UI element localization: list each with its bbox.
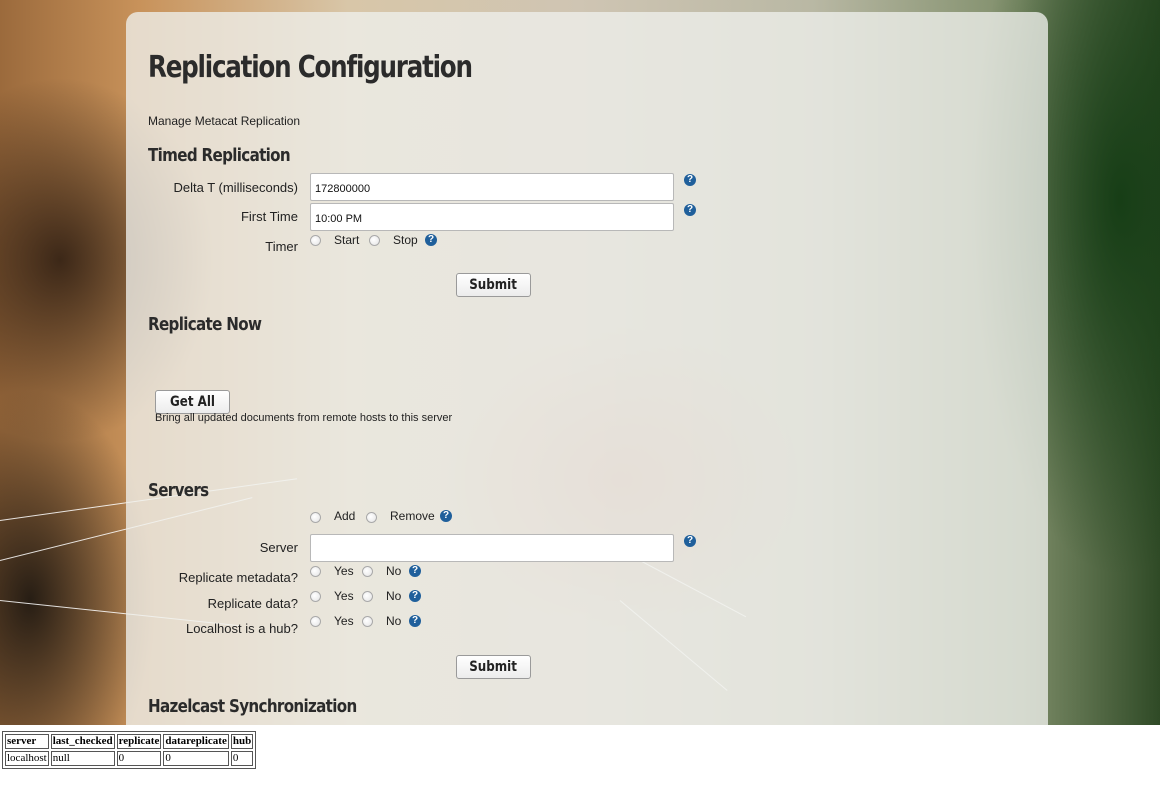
timer-label: Timer (265, 239, 298, 254)
table-header-cell: hub (230, 734, 254, 749)
page-title: Replication Configuration (148, 50, 473, 85)
timed-submit-label: Submit (469, 277, 518, 293)
metadata-no-label: No (386, 564, 402, 578)
metadata-yes-label: Yes (334, 564, 354, 578)
server-input[interactable] (310, 534, 674, 562)
delta-t-label: Delta T (milliseconds) (173, 180, 298, 195)
table-cell: localhost (5, 751, 49, 766)
table-cell: 0 (116, 751, 162, 766)
server-remove-label: Remove (390, 509, 435, 523)
table-header-row: server last_checked replicate datareplic… (5, 734, 254, 749)
server-table: server last_checked replicate datareplic… (2, 731, 257, 769)
servers-submit-button[interactable]: Submit (456, 655, 531, 679)
get-all-label: Get All (169, 394, 216, 410)
get-all-description: Bring all updated documents from remote … (155, 412, 453, 424)
server-label: Server (259, 540, 298, 555)
get-all-button[interactable]: Get All (155, 390, 230, 414)
data-yes-radio[interactable] (310, 591, 321, 602)
help-icon[interactable]: ? (409, 590, 421, 602)
hub-yes-radio[interactable] (310, 616, 321, 627)
table-cell: null (50, 751, 115, 766)
localhost-hub-label: Localhost is a hub? (185, 621, 298, 636)
table-cell: 0 (163, 751, 229, 766)
server-add-label: Add (334, 509, 356, 523)
replicate-metadata-label: Replicate metadata? (178, 570, 298, 585)
help-icon[interactable]: ? (684, 174, 696, 186)
timer-stop-radio[interactable] (369, 235, 380, 246)
data-yes-label: Yes (334, 589, 354, 603)
table-cell: 0 (230, 751, 254, 766)
server-remove-radio[interactable] (366, 512, 377, 523)
data-no-label: No (386, 589, 402, 603)
hub-yes-label: Yes (334, 614, 354, 628)
table-header-cell: datareplicate (163, 734, 229, 749)
table-header-cell: replicate (116, 734, 162, 749)
timer-start-label: Start (334, 233, 360, 247)
timed-replication-heading: Timed Replication (148, 145, 291, 166)
help-icon[interactable]: ? (425, 234, 437, 246)
servers-heading: Servers (148, 480, 209, 501)
table-header-cell: last_checked (50, 734, 115, 749)
hazelcast-heading: Hazelcast Synchronization (148, 696, 357, 717)
servers-submit-label: Submit (469, 659, 518, 675)
first-time-input[interactable] (310, 203, 674, 231)
server-add-radio[interactable] (310, 512, 321, 523)
help-icon[interactable]: ? (684, 535, 696, 547)
timer-stop-label: Stop (393, 233, 418, 247)
metadata-yes-radio[interactable] (310, 566, 321, 577)
hub-no-label: No (386, 614, 402, 628)
metadata-no-radio[interactable] (362, 566, 373, 577)
help-icon[interactable]: ? (684, 204, 696, 216)
timed-submit-button[interactable]: Submit (456, 273, 531, 297)
help-icon[interactable]: ? (409, 615, 421, 627)
page-subtitle: Manage Metacat Replication (148, 114, 301, 128)
replicate-now-heading: Replicate Now (148, 314, 262, 335)
table-row: localhost null 0 0 0 (5, 751, 254, 766)
timer-start-radio[interactable] (310, 235, 321, 246)
data-no-radio[interactable] (362, 591, 373, 602)
hub-no-radio[interactable] (362, 616, 373, 627)
help-icon[interactable]: ? (409, 565, 421, 577)
replicate-data-label: Replicate data? (207, 596, 298, 611)
first-time-label: First Time (240, 209, 298, 224)
table-header-cell: server (5, 734, 49, 749)
delta-t-input[interactable] (310, 173, 674, 201)
help-icon[interactable]: ? (440, 510, 452, 522)
